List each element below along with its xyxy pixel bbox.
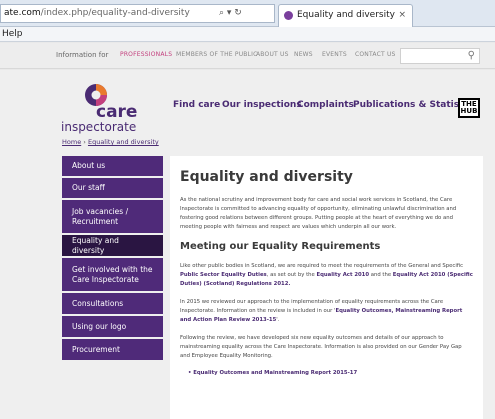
topnav-professionals[interactable]: PROFESSIONALS (120, 51, 172, 58)
address-bar-icons[interactable]: ⌕ ▾ ↻ (219, 8, 242, 18)
tab-title: Equality and diversity (297, 10, 395, 20)
page-title: Equality and diversity (180, 169, 353, 185)
care-inspectorate-logo[interactable]: care inspectorate (58, 82, 138, 134)
mainnav-find-care[interactable]: Find care (173, 100, 220, 110)
topnav-events[interactable]: EVENTS (322, 51, 347, 58)
breadcrumb-current[interactable]: Equality and diversity (88, 138, 159, 146)
topnav-members-of-the-public[interactable]: MEMBERS OF THE PUBLIC (176, 51, 258, 58)
sidebar-item-our-staff[interactable]: Our staff (62, 178, 163, 200)
site-top-navigation: Information for PROFESSIONALS MEMBERS OF… (0, 43, 495, 69)
page-body: care inspectorate Find care Our inspecti… (0, 70, 495, 419)
sidebar-item-get-involved[interactable]: Get involved with the Care Inspectorate (62, 258, 163, 293)
sidebar-item-about-us[interactable]: About us (62, 156, 163, 178)
mainnav-complaints[interactable]: Complaints (297, 100, 354, 110)
main-content: Equality and diversity As the national s… (170, 156, 483, 419)
section-heading: Meeting our Equality Requirements (180, 241, 381, 252)
address-url[interactable]: ate.com/index.php/equality-and-diversity (4, 8, 190, 18)
mainnav-our-inspections[interactable]: Our inspections (222, 100, 302, 110)
logo-care-text: care (96, 102, 138, 122)
topnav-contact-us[interactable]: CONTACT US (355, 51, 396, 58)
breadcrumb-home[interactable]: Home (62, 138, 81, 146)
equality-act-2010-link[interactable]: Equality Act 2010 (316, 272, 369, 278)
the-hub-logo[interactable]: THE HUB (458, 98, 480, 118)
sidebar-item-using-our-logo[interactable]: Using our logo (62, 316, 163, 339)
sidebar-item-procurement[interactable]: Procurement (62, 339, 163, 362)
requirements-paragraph: Like other public bodies in Scotland, we… (180, 263, 473, 287)
site-search-input[interactable]: ⚲ (400, 48, 480, 64)
equality-outcomes-report-link[interactable]: • Equality Outcomes and Mainstreaming Re… (188, 370, 473, 376)
search-icon[interactable]: ⚲ (468, 50, 475, 61)
sidebar-menu: About us Our staff Job vacancies / Recru… (62, 156, 163, 362)
sidebar-item-job-vacancies[interactable]: Job vacancies / Recruitment (62, 200, 163, 235)
intro-paragraph: As the national scrutiny and improvement… (180, 197, 457, 230)
browser-toolbar: ate.com/index.php/equality-and-diversity… (0, 0, 495, 27)
breadcrumb: Home › Equality and diversity (62, 138, 159, 146)
sidebar-item-equality-and-diversity[interactable]: Equality and diversity (62, 235, 163, 258)
logo-inspectorate-text: inspectorate (61, 120, 137, 134)
information-for-label: Information for (56, 51, 109, 59)
close-tab-icon[interactable]: × (398, 10, 406, 20)
topnav-news[interactable]: NEWS (294, 51, 313, 58)
following-review-paragraph: Following the review, we have developed … (180, 335, 462, 359)
public-sector-equality-duties-link[interactable]: Public Sector Equality Duties (180, 272, 267, 278)
topnav-about-us[interactable]: ABOUT US (256, 51, 289, 58)
address-bar[interactable]: ate.com/index.php/equality-and-diversity… (0, 4, 275, 23)
menu-help[interactable]: Help (2, 29, 23, 39)
browser-tab[interactable]: Equality and diversity × (278, 4, 413, 27)
review-paragraph: In 2015 we reviewed our approach to the … (180, 299, 463, 323)
breadcrumb-separator: › (83, 138, 86, 146)
sidebar-item-consultations[interactable]: Consultations (62, 293, 163, 316)
menu-bar: Help (0, 27, 495, 42)
favicon-icon (284, 11, 293, 20)
